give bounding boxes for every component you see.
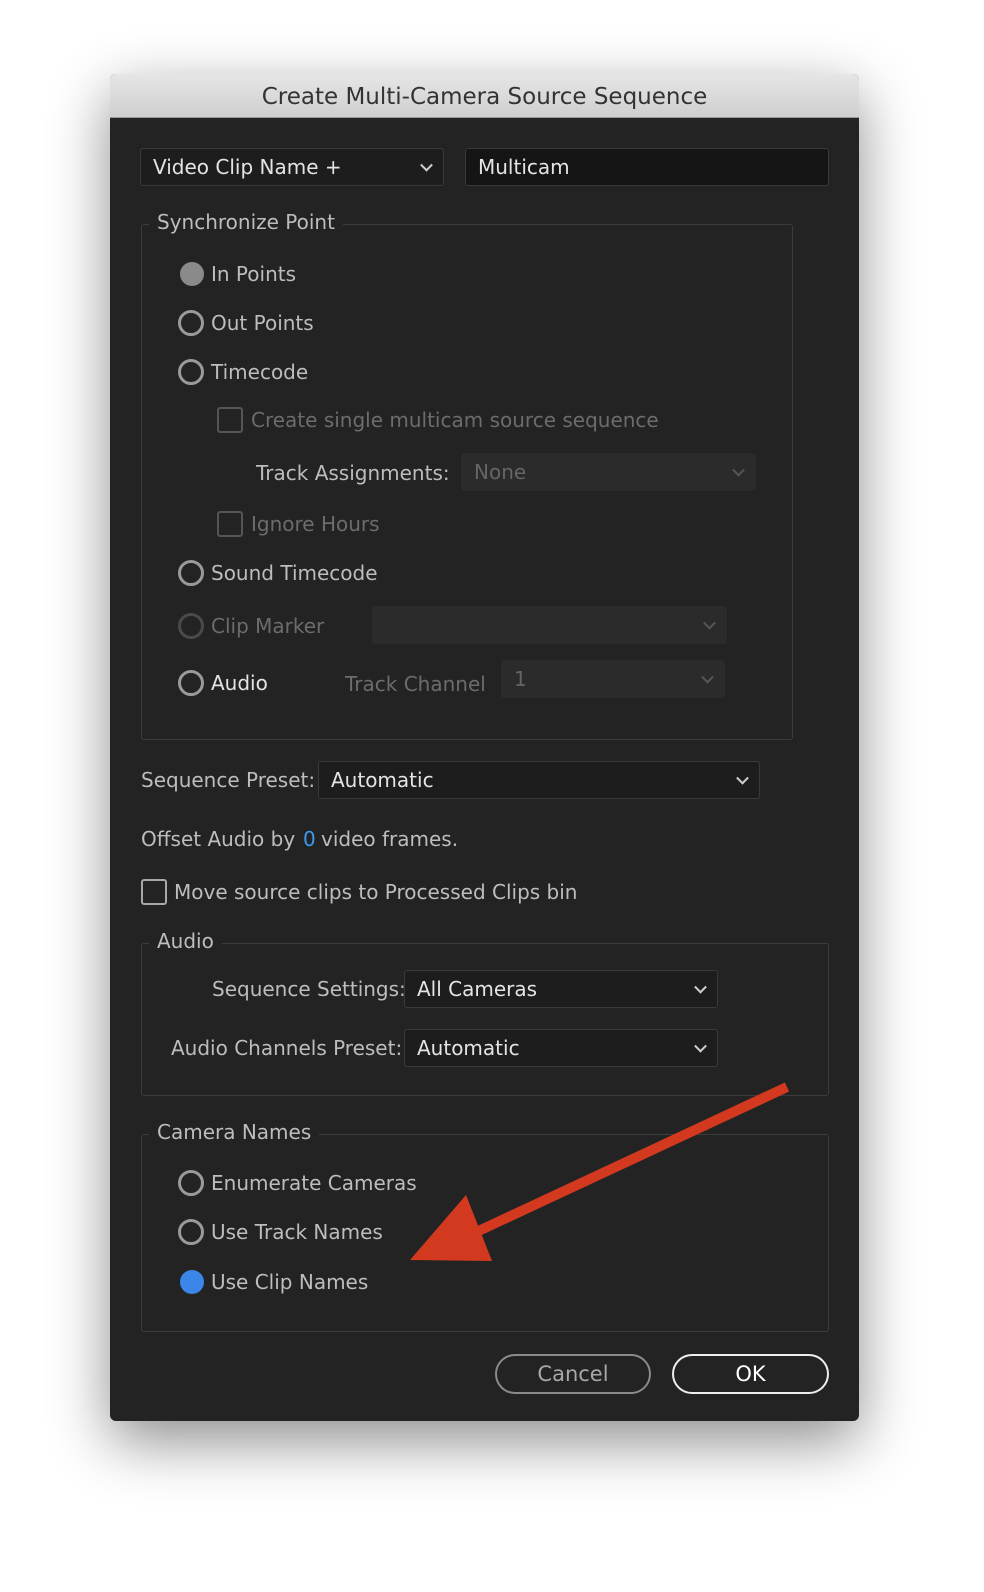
chevron-down-icon [694,980,707,994]
synchronize-point-legend: Synchronize Point [149,210,343,234]
chevron-down-icon [420,158,433,172]
sequence-preset-value: Automatic [331,768,434,792]
sequence-name-value: Multicam [478,155,570,179]
chevron-down-icon [694,1039,707,1053]
timecode-radio[interactable] [178,359,204,385]
track-channel-label: Track Channel [345,672,486,696]
audio-sync-label: Audio [211,671,268,695]
use-clip-names-radio[interactable] [180,1270,204,1294]
sound-timecode-label: Sound Timecode [211,561,378,585]
camera-names-legend: Camera Names [149,1120,320,1144]
channels-preset-value: Automatic [417,1036,520,1060]
naming-preset-dropdown[interactable]: Video Clip Name + [140,148,444,186]
timecode-label: Timecode [211,360,309,384]
enumerate-cameras-label: Enumerate Cameras [211,1171,417,1195]
dialog-title: Create Multi-Camera Source Sequence [110,74,859,118]
chevron-down-icon [736,771,749,785]
move-clips-checkbox[interactable] [141,879,167,905]
clip-marker-label: Clip Marker [211,614,325,638]
chevron-down-icon [703,616,716,630]
channels-preset-label: Audio Channels Preset: [171,1036,403,1060]
sequence-settings-dropdown[interactable]: All Cameras [404,970,718,1008]
audio-sync-radio[interactable] [178,670,204,696]
offset-audio-suffix: video frames. [321,827,459,851]
ignore-hours-checkbox[interactable] [217,511,243,537]
audio-legend: Audio [149,929,222,953]
in-points-label: In Points [211,262,297,286]
sequence-preset-dropdown[interactable]: Automatic [318,761,760,799]
track-assignments-dropdown[interactable]: None [461,453,756,491]
audio-group [141,943,829,1096]
ok-button[interactable]: OK [672,1354,829,1394]
cancel-button[interactable]: Cancel [495,1354,651,1394]
channels-preset-dropdown[interactable]: Automatic [404,1029,718,1067]
track-channel-dropdown[interactable]: 1 [501,660,725,698]
use-track-names-radio[interactable] [178,1219,204,1245]
clip-marker-dropdown[interactable] [372,606,727,644]
sequence-preset-label: Sequence Preset: [141,768,316,792]
track-assignments-value: None [474,460,527,484]
offset-audio-value[interactable]: 0 [303,827,316,851]
single-multicam-label: Create single multicam source sequence [251,408,659,432]
annotation-arrow-icon [410,1082,790,1261]
use-track-names-label: Use Track Names [211,1220,383,1244]
sequence-settings-value: All Cameras [417,977,538,1001]
track-assignments-label: Track Assignments: [256,461,450,485]
in-points-radio[interactable] [180,262,204,286]
naming-preset-value: Video Clip Name + [153,155,342,179]
chevron-down-icon [701,670,714,684]
single-multicam-checkbox[interactable] [217,407,243,433]
ignore-hours-label: Ignore Hours [251,512,380,536]
use-clip-names-label: Use Clip Names [211,1270,369,1294]
sound-timecode-radio[interactable] [178,560,204,586]
track-channel-value: 1 [514,667,527,691]
offset-audio-prefix: Offset Audio by [141,827,296,851]
sequence-settings-label: Sequence Settings: [212,977,406,1001]
chevron-down-icon [732,463,745,477]
sequence-name-input[interactable]: Multicam [465,148,829,186]
enumerate-cameras-radio[interactable] [178,1170,204,1196]
out-points-radio[interactable] [178,310,204,336]
out-points-label: Out Points [211,311,314,335]
clip-marker-radio[interactable] [178,613,204,639]
move-clips-label: Move source clips to Processed Clips bin [174,880,578,904]
